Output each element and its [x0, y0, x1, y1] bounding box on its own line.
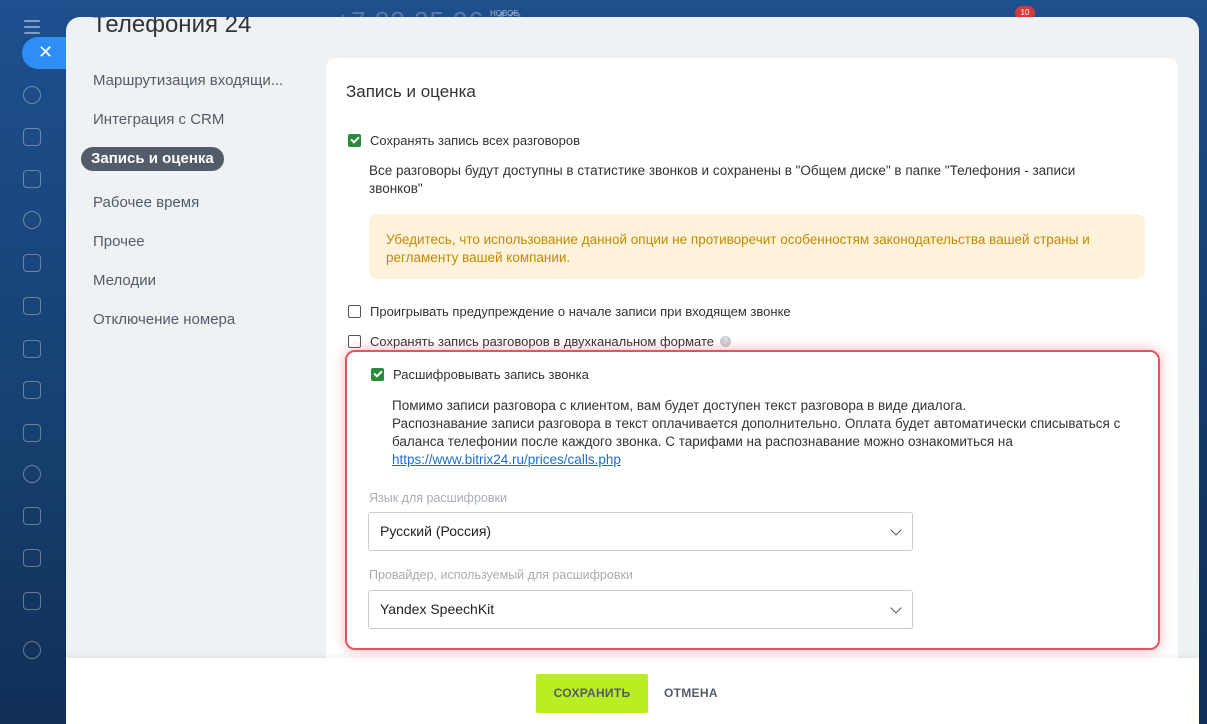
card-icon[interactable]: [23, 381, 41, 399]
calendar-icon[interactable]: [23, 254, 41, 272]
transcribe-checkbox[interactable]: [371, 368, 384, 381]
save-all-label: Сохранять запись всех разговоров: [370, 133, 580, 148]
transcribe-description: Помимо записи разговора с клиентом, вам …: [392, 397, 1152, 469]
play-warning-row[interactable]: Проигрывать предупреждение о начале запи…: [348, 304, 791, 319]
mail-icon[interactable]: [23, 424, 41, 442]
warning-box: Убедитесь, что использование данной опци…: [369, 214, 1145, 279]
tasks-icon[interactable]: [23, 507, 41, 525]
play-warning-checkbox[interactable]: [348, 305, 361, 318]
app-sidebar: ✕: [0, 0, 68, 724]
two-channel-row[interactable]: Сохранять запись разговоров в двухканаль…: [348, 334, 732, 349]
section-title: Запись и оценка: [346, 82, 476, 101]
menu-item-melodies[interactable]: Мелодии: [81, 267, 285, 295]
transcribe-row[interactable]: Расшифровывать запись звонка: [371, 367, 589, 382]
close-panel-button[interactable]: ✕: [22, 37, 68, 69]
tariff-link[interactable]: https://www.bitrix24.ru/prices/calls.php: [392, 452, 621, 467]
planner-icon[interactable]: [23, 549, 41, 567]
menu-icon[interactable]: [24, 20, 40, 38]
chevron-down-icon: [890, 602, 902, 614]
feed-icon[interactable]: [23, 170, 41, 188]
language-label: Язык для расшифровки: [369, 491, 507, 505]
provider-select[interactable]: Yandex SpeechKit: [368, 590, 913, 629]
page-title: Телефония 24: [92, 17, 252, 38]
transcribe-desc-line-1: Помимо записи разговора с клиентом, вам …: [392, 398, 967, 413]
save-button[interactable]: СОХРАНИТЬ: [536, 674, 648, 713]
save-all-row[interactable]: Сохранять запись всех разговоров: [348, 133, 580, 148]
help-icon[interactable]: ?: [720, 336, 732, 347]
users-icon[interactable]: [23, 465, 41, 483]
hexagon-icon[interactable]: [23, 211, 41, 229]
messages-icon[interactable]: [23, 128, 41, 146]
chevron-down-icon: [890, 524, 902, 536]
transcription-highlight-box: Расшифровывать запись звонка Помимо запи…: [345, 350, 1160, 650]
chat-icon[interactable]: [23, 86, 41, 104]
two-channel-label: Сохранять запись разговоров в двухканаль…: [370, 334, 715, 349]
language-select[interactable]: Русский (Россия): [368, 512, 913, 551]
menu-item-crm-integration[interactable]: Интеграция с CRM: [81, 106, 285, 134]
document-icon[interactable]: [23, 297, 41, 315]
storage-icon[interactable]: [23, 592, 41, 610]
settings-icon[interactable]: [23, 641, 41, 659]
menu-item-disconnect-number[interactable]: Отключение номера: [81, 306, 285, 334]
provider-label: Провайдер, используемый для расшифровки: [369, 568, 633, 582]
two-channel-checkbox[interactable]: [348, 335, 361, 348]
menu-item-working-hours[interactable]: Рабочее время: [81, 189, 285, 217]
language-value: Русский (Россия): [380, 523, 492, 539]
menu-item-routing[interactable]: Маршрутизация входящи...: [81, 67, 285, 95]
save-all-description: Все разговоры будут доступны в статистик…: [369, 163, 1076, 196]
transcribe-label: Расшифровывать запись звонка: [393, 367, 589, 382]
transcribe-desc-line-2: Распознавание записи разговора в текст о…: [392, 416, 1121, 449]
menu-item-other[interactable]: Прочее: [81, 228, 285, 256]
provider-value: Yandex SpeechKit: [380, 601, 495, 617]
cancel-button[interactable]: ОТМЕНА: [664, 674, 718, 713]
footer-bar: СОХРАНИТЬ ОТМЕНА: [66, 658, 1199, 724]
screen-icon[interactable]: [23, 340, 41, 358]
menu-item-recording[interactable]: Запись и оценка: [81, 147, 224, 171]
settings-menu: Маршрутизация входящи... Интеграция с CR…: [81, 67, 301, 345]
save-all-checkbox[interactable]: [348, 134, 361, 147]
play-warning-label: Проигрывать предупреждение о начале запи…: [370, 304, 791, 319]
